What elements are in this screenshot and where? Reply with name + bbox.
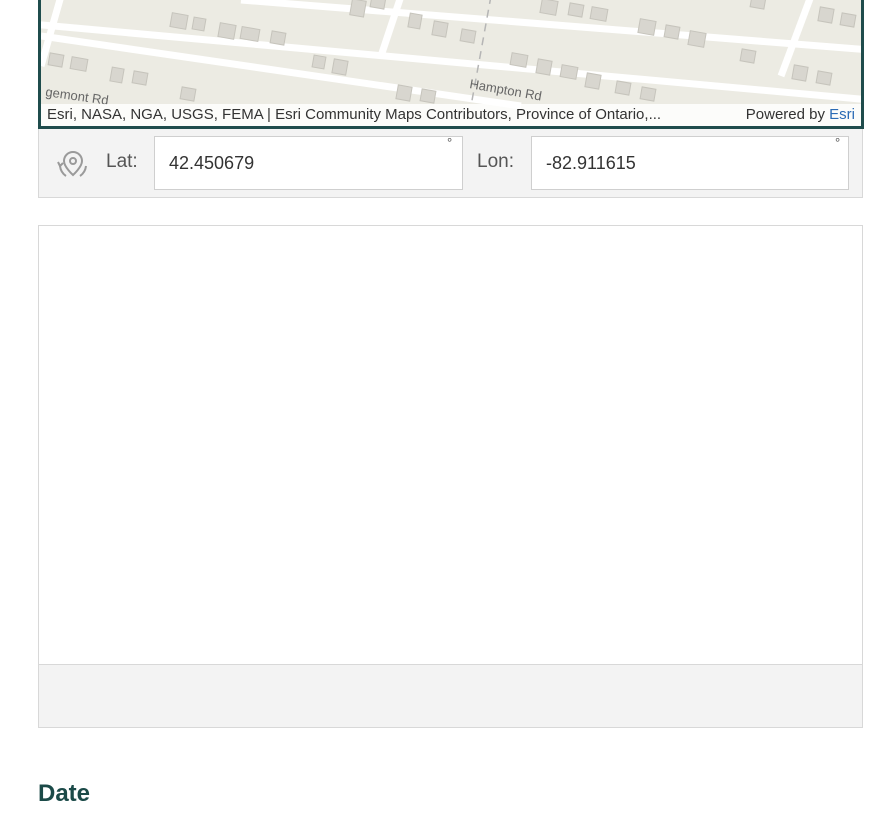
lon-label: Lon: — [477, 151, 514, 172]
content-panel — [38, 225, 863, 665]
map-attribution: Esri, NASA, NGA, USGS, FEMA | Esri Commu… — [41, 104, 861, 126]
lat-degree-symbol: ° — [447, 135, 453, 150]
powered-by-label: Powered by — [745, 106, 825, 123]
coordinates-bar: Lat: ° Lon: ° — [38, 129, 863, 198]
section-title-date: Date — [38, 780, 91, 807]
lon-input[interactable] — [531, 136, 849, 190]
attribution-text: Esri, NASA, NGA, USGS, FEMA | Esri Commu… — [47, 106, 662, 123]
panel-footer — [38, 665, 863, 728]
map-view[interactable]: gemont Rd Hampton Rd Esri, NASA, NGA, US… — [38, 0, 864, 129]
locate-pin-icon[interactable] — [55, 146, 91, 182]
lat-label: Lat: — [106, 151, 138, 172]
esri-link[interactable]: Esri — [829, 106, 855, 123]
lat-input[interactable] — [154, 136, 463, 190]
lon-degree-symbol: ° — [835, 135, 841, 150]
powered-by: Powered by Esri — [730, 104, 855, 126]
